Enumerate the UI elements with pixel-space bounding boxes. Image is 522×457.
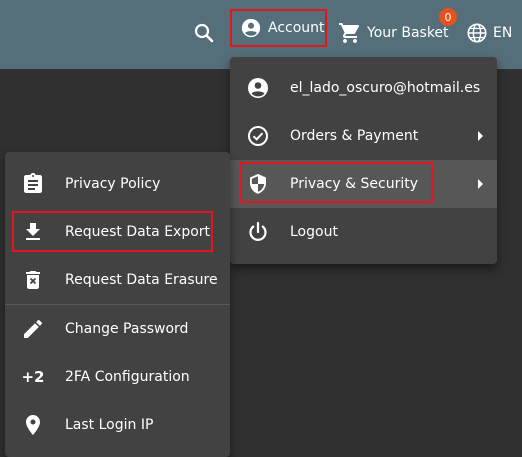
change-password-label: Change Password — [65, 321, 189, 337]
pencil-icon — [21, 317, 45, 341]
power-icon — [246, 220, 270, 244]
globe-icon — [467, 23, 487, 43]
menu-item-request-data-export[interactable]: Request Data Export — [5, 208, 230, 256]
submenu-arrow-icon — [478, 131, 483, 141]
menu-item-2fa-configuration[interactable]: +2 2FA Configuration — [5, 353, 230, 401]
search-icon — [194, 23, 214, 43]
2fa-configuration-label: 2FA Configuration — [65, 369, 190, 385]
account-circle-icon — [241, 18, 261, 38]
privacy-security-label: Privacy & Security — [290, 176, 418, 192]
request-data-export-label: Request Data Export — [65, 224, 211, 240]
account-button[interactable]: Account — [230, 9, 327, 47]
menu-item-orders-payment[interactable]: Orders & Payment — [230, 112, 497, 160]
email-label: el_lado_oscuro@hotmail.es — [290, 80, 481, 96]
check-circle-icon — [246, 124, 270, 148]
orders-label: Orders & Payment — [290, 128, 419, 144]
download-icon — [21, 220, 45, 244]
account-menu: el_lado_oscuro@hotmail.es Orders & Payme… — [230, 57, 497, 264]
basket-count-badge: 0 — [439, 8, 457, 26]
logout-label: Logout — [290, 224, 338, 240]
plus-two-icon: +2 — [21, 368, 45, 386]
delete-forever-icon — [21, 268, 45, 292]
shopping-cart-icon — [339, 23, 360, 43]
search-button[interactable] — [192, 21, 216, 45]
basket-label: Your Basket — [367, 25, 449, 41]
language-button[interactable]: EN — [466, 20, 512, 46]
basket-button[interactable]: Your Basket — [338, 20, 449, 46]
clipboard-icon — [21, 172, 45, 196]
privacy-submenu: Privacy Policy Request Data Export Reque… — [5, 152, 230, 457]
menu-item-privacy-policy[interactable]: Privacy Policy — [5, 160, 230, 208]
shield-icon — [246, 172, 270, 196]
account-circle-icon — [246, 76, 270, 100]
menu-item-privacy-security[interactable]: Privacy & Security — [230, 160, 497, 208]
language-label: EN — [493, 25, 513, 41]
last-login-ip-label: Last Login IP — [65, 417, 154, 433]
menu-item-email[interactable]: el_lado_oscuro@hotmail.es — [230, 64, 497, 112]
location-pin-icon — [21, 413, 45, 437]
request-data-erasure-label: Request Data Erasure — [65, 272, 218, 288]
menu-item-last-login-ip[interactable]: Last Login IP — [5, 401, 230, 449]
account-label: Account — [268, 20, 325, 36]
menu-item-logout[interactable]: Logout — [230, 208, 497, 256]
submenu-arrow-icon — [478, 179, 483, 189]
privacy-policy-label: Privacy Policy — [65, 176, 161, 192]
menu-item-change-password[interactable]: Change Password — [5, 305, 230, 353]
menu-item-request-data-erasure[interactable]: Request Data Erasure — [5, 256, 230, 304]
